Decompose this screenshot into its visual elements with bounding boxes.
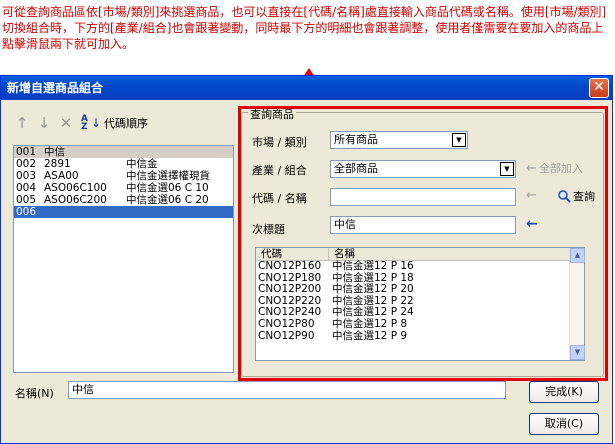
add-all-label: 全部加入 bbox=[538, 162, 583, 175]
sort-label: 代碼順序 bbox=[104, 117, 149, 130]
sort-az-icon: AZ bbox=[81, 114, 88, 132]
industry-label: 產業 / 組合 bbox=[252, 164, 307, 177]
arrow-left-icon: ← bbox=[526, 160, 537, 176]
add-all-button[interactable]: ← 全部加入 bbox=[526, 160, 583, 176]
table-row[interactable]: CNO12P90 中信金選12 P 9 bbox=[256, 329, 584, 343]
code-name-label: 代碼 / 名稱 bbox=[252, 192, 307, 205]
item-code: 2891 bbox=[44, 158, 71, 170]
item-no: 004 bbox=[16, 182, 37, 194]
item-no: 002 bbox=[16, 158, 37, 170]
item-no: 001 bbox=[16, 146, 37, 158]
column-header-code[interactable]: 代碼 bbox=[256, 248, 329, 260]
market-label: 市場 / 類別 bbox=[252, 136, 307, 149]
chevron-down-icon[interactable]: ▼ bbox=[500, 162, 514, 176]
list-item[interactable]: 005 ASO06C200 中信金選06 C 20 bbox=[14, 194, 233, 206]
item-name: 中信金選擇權現貨 bbox=[126, 170, 210, 182]
item-no: 006 bbox=[16, 206, 37, 218]
search-result-list[interactable]: 代碼 名稱 CNO12P160 中信金選12 P 16 CNO12P180 中信… bbox=[255, 247, 585, 361]
selected-items-list[interactable]: 001 中信 002 2891 中信金 003 ASA00 中信金選擇權現貨 0… bbox=[13, 145, 234, 373]
result-code: CNO12P90 bbox=[258, 329, 315, 342]
scroll-up-icon[interactable]: ▲ bbox=[570, 248, 585, 263]
arrow-left-icon[interactable]: ← bbox=[526, 216, 538, 232]
list-item[interactable]: 004 ASO06C100 中信金選06 C 10 bbox=[14, 182, 233, 194]
move-down-icon[interactable]: ↓ bbox=[37, 114, 51, 132]
market-value: 所有商品 bbox=[334, 133, 378, 146]
item-name: 中信金選06 C 10 bbox=[126, 182, 209, 194]
move-up-icon[interactable]: ↑ bbox=[15, 114, 29, 132]
industry-value: 全部商品 bbox=[334, 162, 378, 175]
delete-icon[interactable]: ✕ bbox=[59, 114, 73, 132]
item-code: ASA00 bbox=[44, 170, 79, 182]
query-button[interactable]: 查詢 bbox=[558, 188, 595, 204]
list-toolbar: ↑ ↓ ✕ AZ ↓ 代碼順序 bbox=[15, 113, 148, 133]
industry-select[interactable]: 全部商品 ▼ bbox=[330, 160, 516, 178]
item-code bbox=[44, 206, 126, 218]
item-no: 005 bbox=[16, 194, 37, 206]
subtitle-input[interactable]: 中信 bbox=[330, 216, 516, 234]
list-item[interactable]: 002 2891 中信金 bbox=[14, 158, 233, 170]
sort-arrow-icon: ↓ bbox=[90, 116, 102, 130]
column-header-name[interactable]: 名稱 bbox=[329, 248, 569, 260]
item-name bbox=[126, 146, 233, 158]
subtitle-label: 次標題 bbox=[252, 223, 285, 236]
result-code: CNO12P160 bbox=[258, 260, 322, 272]
list-item-selected[interactable]: 006 bbox=[14, 206, 233, 218]
item-name bbox=[126, 206, 233, 218]
result-code: CNO12P80 bbox=[258, 317, 315, 330]
list-item[interactable]: 003 ASA00 中信金選擇權現貨 bbox=[14, 170, 233, 182]
instruction-note: 可從查詢商品區依[市場/類別]來挑選商品，也可以直接在[代碼/名稱]處直接輸入商… bbox=[2, 5, 607, 51]
name-input[interactable]: 中信 bbox=[68, 381, 506, 399]
cancel-button[interactable]: 取消(C) bbox=[529, 413, 599, 435]
sort-by-code-button[interactable]: AZ ↓ 代碼順序 bbox=[81, 114, 149, 132]
item-name: 中信金 bbox=[126, 158, 158, 170]
finish-button[interactable]: 完成(K) bbox=[529, 381, 599, 403]
result-name: 中信金選12 P 9 bbox=[332, 329, 408, 342]
item-name: 中信金選06 C 20 bbox=[126, 194, 209, 206]
item-code: ASO06C100 bbox=[44, 182, 107, 194]
result-name: 中信金選12 P 8 bbox=[332, 317, 408, 330]
result-name: 中信金選12 P 16 bbox=[332, 260, 414, 272]
item-code: ASO06C200 bbox=[44, 194, 107, 206]
table-row[interactable]: CNO12P80 中信金選12 P 8 bbox=[256, 317, 584, 331]
result-scrollbar[interactable]: ▲ ▼ bbox=[569, 248, 585, 360]
arrow-left-icon[interactable]: ← bbox=[526, 188, 537, 203]
name-label: 名稱(N) bbox=[15, 387, 54, 400]
add-watchlist-dialog: 新增自選商品組合 ✕ ↑ ↓ ✕ AZ ↓ 代碼順序 001 中信 002 28… bbox=[0, 75, 613, 444]
list-item[interactable]: 001 中信 bbox=[14, 146, 233, 158]
code-name-input[interactable] bbox=[330, 188, 516, 206]
magnifier-icon bbox=[558, 189, 571, 203]
item-no: 003 bbox=[16, 170, 37, 182]
chevron-down-icon[interactable]: ▼ bbox=[452, 133, 466, 147]
market-select[interactable]: 所有商品 ▼ bbox=[330, 131, 468, 149]
search-group-title: 查詢商品 bbox=[248, 106, 296, 122]
scroll-down-icon[interactable]: ▼ bbox=[570, 345, 585, 360]
dialog-title: 新增自選商品組合 bbox=[7, 81, 104, 95]
dialog-titlebar: 新增自選商品組合 ✕ bbox=[1, 76, 612, 100]
item-code: 中信 bbox=[44, 146, 65, 158]
query-label: 查詢 bbox=[573, 190, 595, 203]
table-row[interactable]: CNO12P160 中信金選12 P 16 bbox=[256, 260, 584, 273]
close-button[interactable]: ✕ bbox=[589, 78, 609, 98]
